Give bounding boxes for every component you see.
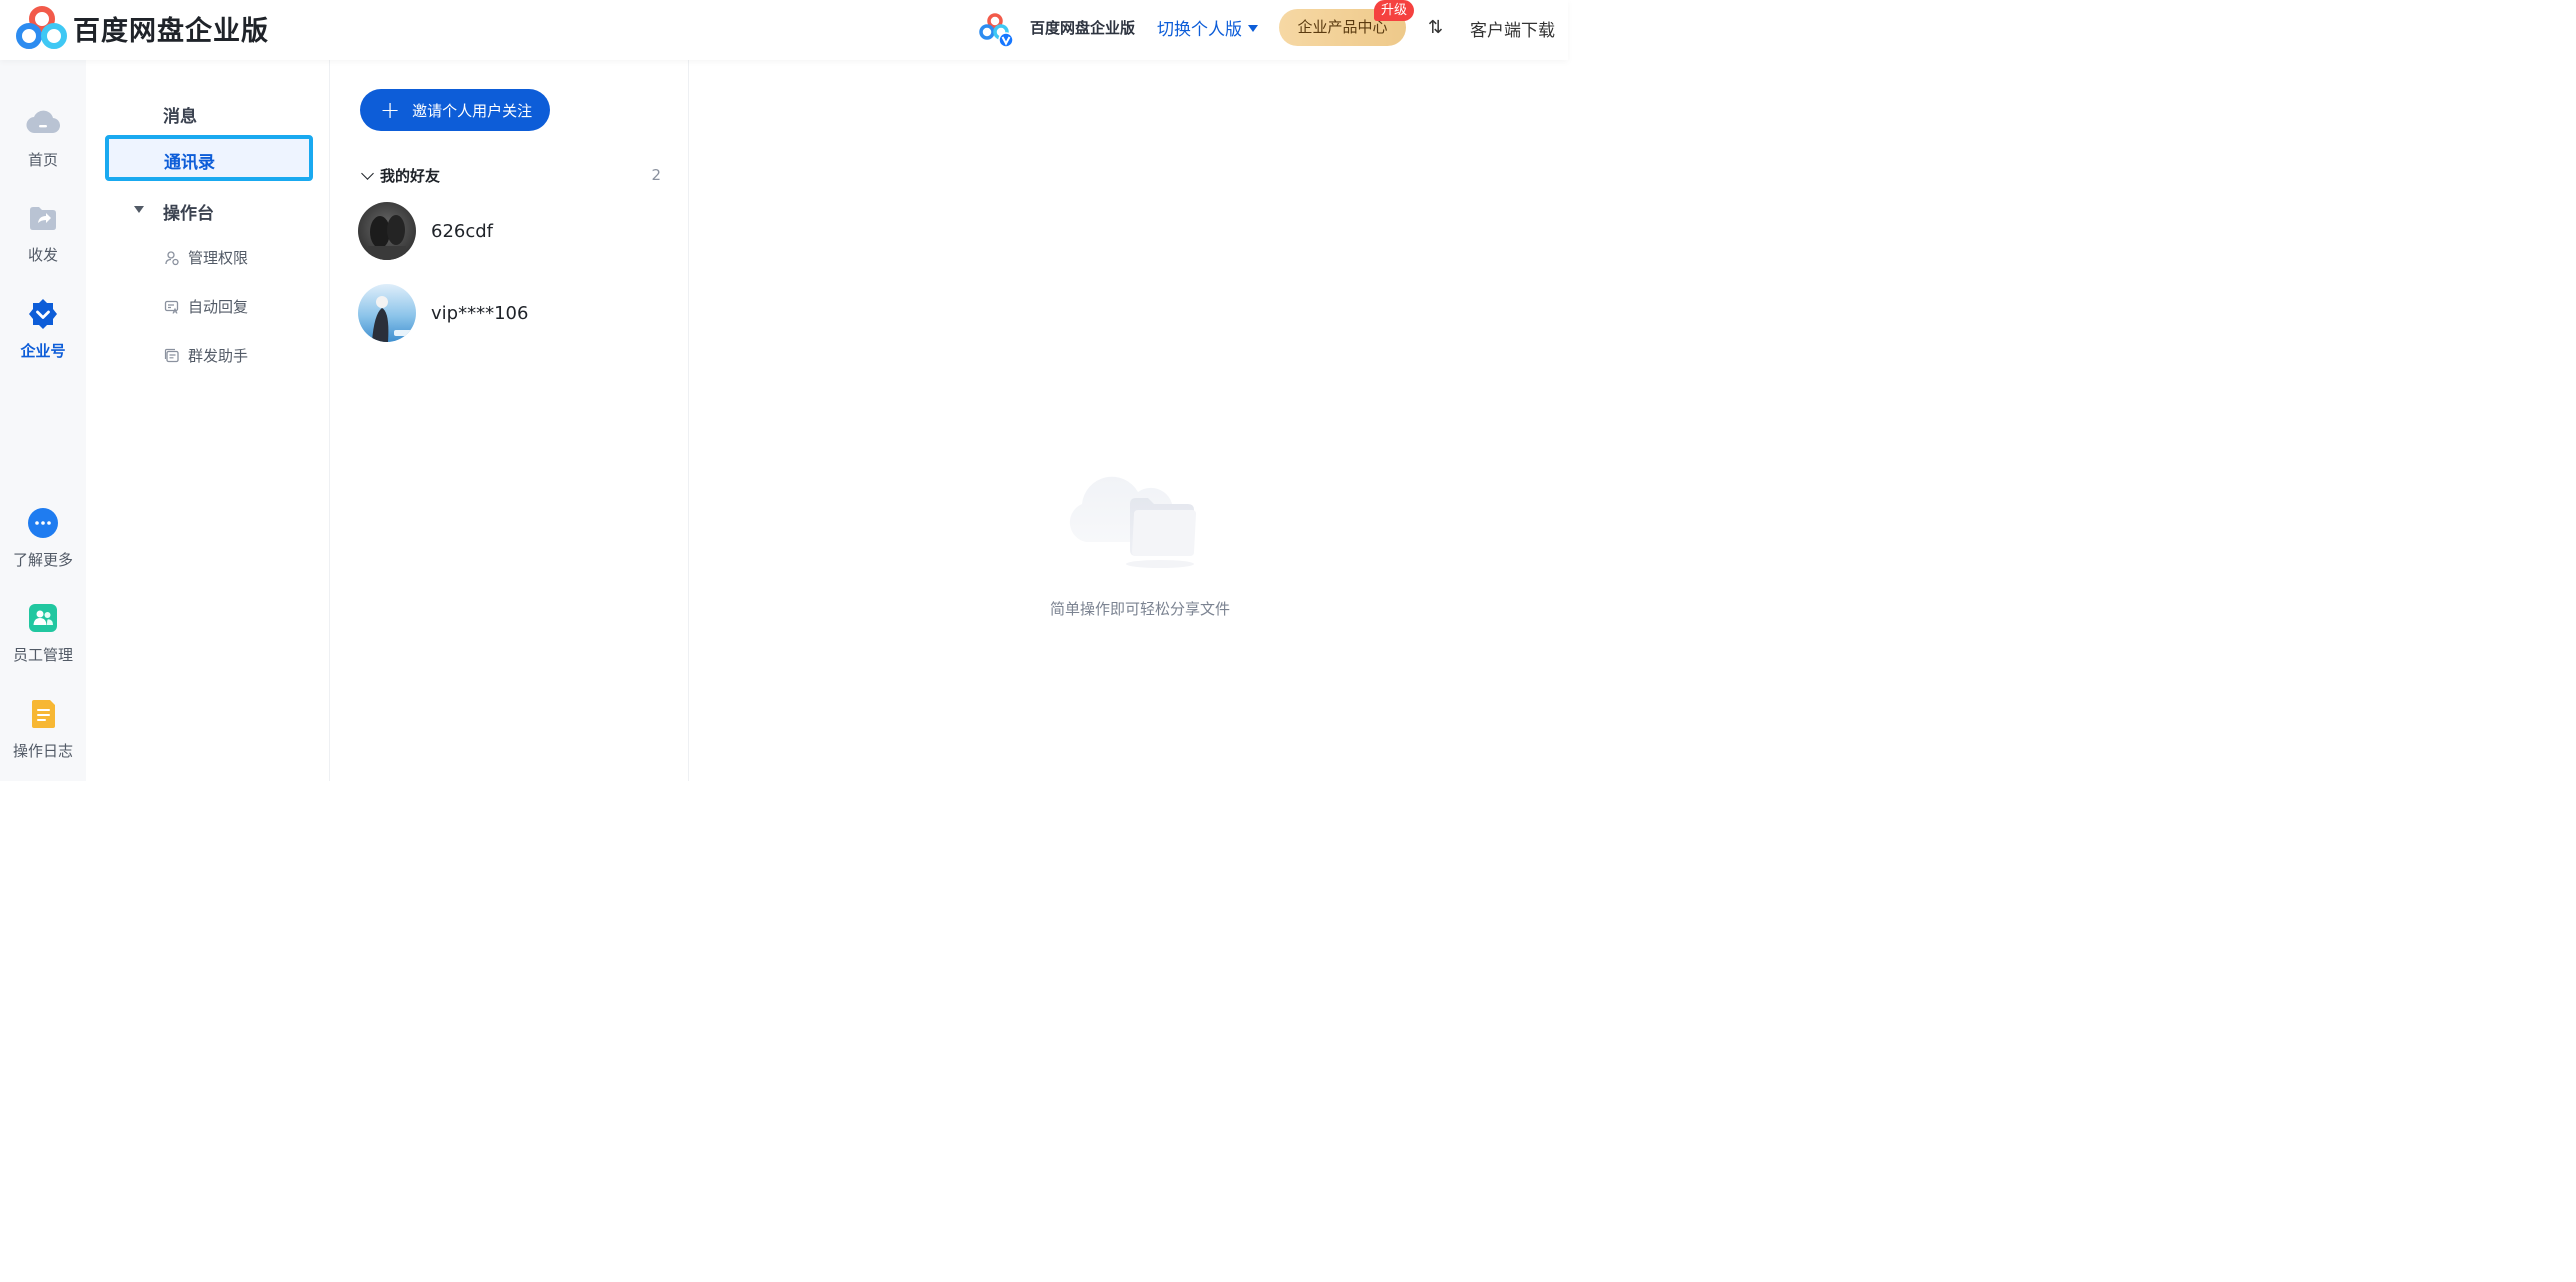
more-dots-icon [28, 508, 58, 538]
invite-user-label: 邀请个人用户关注 [412, 101, 533, 120]
friends-group-name: 我的好友 [380, 166, 441, 185]
employees-icon [29, 604, 57, 632]
main-content: 简单操作即可轻松分享文件 [690, 60, 1568, 781]
nav-operation-log[interactable]: 操作日志 [0, 697, 86, 761]
upgrade-badge[interactable]: 升级 [1374, 0, 1415, 21]
client-download-link[interactable]: 客户端下载 [1470, 16, 1555, 41]
invite-user-button[interactable]: + 邀请个人用户关注 [360, 89, 550, 131]
switch-personal-button[interactable]: 切换个人版 [1157, 15, 1258, 40]
log-icon [32, 700, 55, 728]
menu-messages[interactable]: 消息 [163, 102, 197, 127]
friend-item[interactable]: vip****106 [358, 283, 658, 343]
menu-contacts-label: 通讯录 [164, 153, 215, 173]
auto-reply-icon [164, 300, 179, 314]
nav-share-label: 收发 [27, 246, 58, 264]
nav-employees[interactable]: 员工管理 [0, 601, 86, 665]
menu-contacts[interactable]: 通讯录 [105, 135, 313, 181]
friends-group-count: 2 [651, 166, 661, 184]
menu-broadcast-label: 群发助手 [188, 347, 249, 365]
plus-icon: + [380, 96, 401, 124]
friends-group-header[interactable]: 我的好友 2 [361, 164, 661, 186]
nav-home-label: 首页 [27, 151, 58, 169]
transfer-list-icon[interactable]: ⇅ [1428, 17, 1443, 38]
baidu-netdisk-logo-icon[interactable] [16, 6, 68, 50]
nav-operation-log-label: 操作日志 [12, 742, 73, 760]
user-permission-icon [165, 250, 179, 265]
friend-name: vip****106 [431, 302, 529, 324]
nav-learn-more-label: 了解更多 [12, 551, 73, 569]
menu-broadcast[interactable]: 群发助手 [164, 345, 248, 366]
nav-learn-more[interactable]: 了解更多 [0, 506, 86, 570]
nav-home[interactable]: 首页 [0, 106, 86, 170]
nav-share[interactable]: 收发 [0, 201, 86, 265]
empty-state-text: 简单操作即可轻松分享文件 [1049, 600, 1230, 618]
avatar [358, 284, 416, 342]
menu-manage-permissions-label: 管理权限 [188, 249, 249, 267]
enterprise-name: 百度网盘企业版 [1030, 19, 1136, 37]
left-nav: 首页 收发 企业号 了解更多 员工管理 操作日志 [0, 60, 86, 781]
cloud-folder-illustration-icon [1069, 476, 1196, 568]
menu-auto-reply[interactable]: 自动回复 [164, 296, 248, 317]
enterprise-avatar-icon[interactable] [976, 12, 1014, 48]
contacts-panel: + 邀请个人用户关注 我的好友 2 626cdf vip****106 [331, 60, 689, 781]
friend-item[interactable]: 626cdf [358, 201, 658, 261]
nav-enterprise[interactable]: 企业号 [0, 297, 86, 361]
brand-title: 百度网盘企业版 [73, 16, 269, 47]
caret-down-icon [1248, 25, 1258, 32]
menu-workbench[interactable]: 操作台 [163, 199, 214, 224]
friend-name: 626cdf [431, 220, 494, 242]
caret-down-icon[interactable] [134, 206, 144, 213]
cloud-home-icon [26, 110, 60, 134]
avatar [358, 202, 416, 260]
nav-enterprise-label: 企业号 [20, 342, 66, 360]
broadcast-icon [164, 348, 179, 362]
top-header: 百度网盘企业版 百度网盘企业版 切换个人版 企业产品中心 升级 ⇅ 客户端下载 [0, 0, 1568, 60]
share-folder-icon [30, 207, 56, 230]
menu-manage-permissions[interactable]: 管理权限 [164, 247, 248, 268]
switch-personal-label: 切换个人版 [1157, 20, 1242, 40]
menu-auto-reply-label: 自动回复 [188, 298, 249, 316]
enterprise-badge-icon [29, 299, 57, 329]
sub-menu: 消息 通讯录 操作台 管理权限 自动回复 群发助手 [86, 60, 330, 781]
chevron-down-icon [361, 166, 374, 180]
nav-employees-label: 员工管理 [12, 646, 73, 664]
